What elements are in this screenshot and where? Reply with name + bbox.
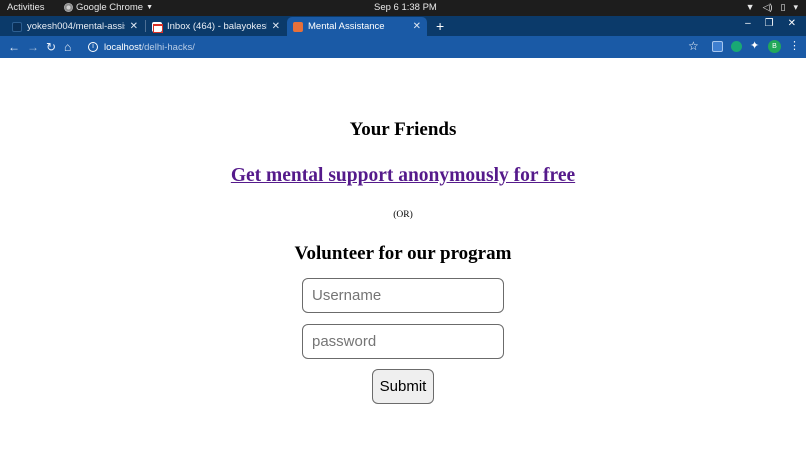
submit-button[interactable]: Submit: [372, 369, 434, 404]
wifi-icon: ▼: [745, 2, 755, 12]
heading-your-friends: Your Friends: [349, 119, 457, 140]
close-tab-icon[interactable]: ✕: [272, 21, 280, 32]
tab-strip: yokesh004/mental-assist ✕ Inbox (464) - …: [0, 16, 806, 36]
volume-icon: ◁): [762, 2, 773, 12]
gmail-favicon-icon: [152, 21, 163, 33]
extension-icon[interactable]: [712, 41, 723, 52]
chrome-icon: [64, 3, 73, 12]
window-controls: – ❐ ✕: [745, 18, 796, 29]
tab-title: Inbox (464) - balayokeshm: [167, 21, 267, 32]
close-window-icon[interactable]: ✕: [788, 18, 796, 29]
tab-title: Mental Assistance: [308, 21, 385, 32]
new-tab-plus-icon[interactable]: +: [436, 17, 444, 35]
home-icon[interactable]: ⌂: [64, 39, 71, 55]
tab-mental-assistance[interactable]: Mental Assistance ✕: [287, 17, 427, 36]
support-link[interactable]: Get mental support anonymously for free: [0, 165, 806, 187]
tab-title: yokesh004/mental-assist: [27, 21, 125, 32]
app-name: Google Chrome: [76, 2, 144, 13]
tab-github[interactable]: yokesh004/mental-assist ✕: [6, 17, 144, 36]
minimize-icon[interactable]: –: [745, 18, 751, 29]
forward-arrow-icon[interactable]: →: [27, 39, 39, 55]
or-separator: (OR): [393, 210, 413, 220]
profile-avatar[interactable]: B: [768, 40, 781, 53]
menu-kebab-icon[interactable]: ⋮: [789, 39, 800, 52]
reload-icon[interactable]: ↻: [46, 39, 56, 55]
close-tab-icon[interactable]: ✕: [130, 21, 138, 32]
browser-toolbar: ← → ↻ ⌂ i localhost/delhi-hacks/ ☆ ✦ B ⋮: [0, 36, 806, 58]
caret-down-icon: ▼: [146, 4, 153, 11]
page-content: Your Friends Get mental support anonymou…: [0, 58, 806, 453]
heading-volunteer: Volunteer for our program: [294, 243, 512, 264]
close-tab-icon[interactable]: ✕: [413, 21, 421, 32]
tab-gmail[interactable]: Inbox (464) - balayokeshm ✕: [146, 17, 286, 36]
site-info-icon[interactable]: i: [88, 42, 98, 52]
system-top-bar: Activities Google Chrome ▼ Sep 6 1:38 PM…: [0, 0, 806, 16]
extensions-puzzle-icon[interactable]: ✦: [750, 39, 759, 52]
caret-down-icon: ▾: [793, 2, 798, 12]
grammarly-extension-icon[interactable]: [731, 41, 742, 52]
activities-button[interactable]: Activities: [7, 2, 44, 13]
restore-icon[interactable]: ❐: [765, 18, 774, 29]
bookmark-star-icon[interactable]: ☆: [688, 39, 699, 53]
back-arrow-icon[interactable]: ←: [8, 39, 20, 55]
password-input[interactable]: [302, 324, 504, 359]
app-menu[interactable]: Google Chrome ▼: [64, 2, 153, 13]
battery-icon: ▯: [780, 2, 786, 12]
address-bar[interactable]: i localhost/delhi-hacks/: [84, 39, 704, 55]
github-favicon-icon: [12, 21, 22, 32]
username-input[interactable]: [302, 278, 504, 313]
url-host: localhost: [104, 41, 142, 53]
clock[interactable]: Sep 6 1:38 PM: [374, 2, 437, 13]
system-tray[interactable]: ▼ ◁) ▯ ▾: [746, 2, 798, 13]
site-favicon-icon: [293, 21, 303, 32]
url-path: /delhi-hacks/: [141, 41, 195, 53]
